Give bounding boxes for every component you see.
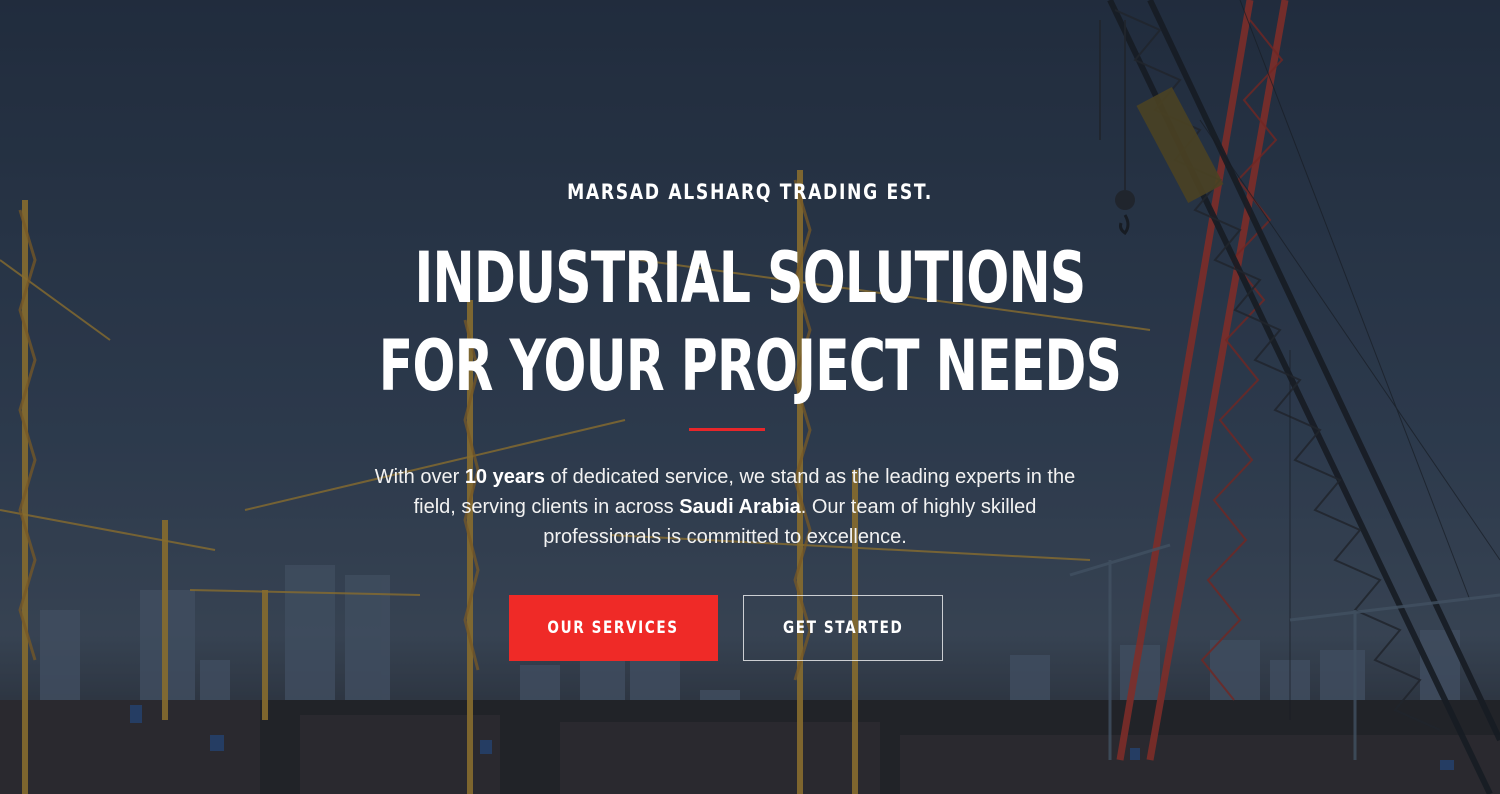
our-services-button[interactable]: OUR SERVICES bbox=[509, 595, 718, 661]
our-services-label: OUR SERVICES bbox=[547, 618, 680, 638]
lead-text-1: With over bbox=[374, 466, 465, 488]
headline-line-1: INDUSTRIAL SOLUTIONS bbox=[414, 237, 1086, 319]
hero-description: With over 10 years of dedicated service,… bbox=[355, 462, 1095, 552]
headline-line-2: FOR YOUR PROJECT NEEDS bbox=[378, 325, 1122, 407]
hero-section: MARSAD ALSHARQ TRADING EST. INDUSTRIAL S… bbox=[0, 0, 1500, 794]
get-started-button[interactable]: GET STARTED bbox=[743, 595, 943, 661]
lead-highlight-country: Saudi Arabia bbox=[679, 496, 801, 518]
hero-content: MARSAD ALSHARQ TRADING EST. INDUSTRIAL S… bbox=[0, 0, 1500, 794]
lead-highlight-years: 10 years bbox=[464, 466, 545, 488]
hero-headline: INDUSTRIAL SOLUTIONS FOR YOUR PROJECT NE… bbox=[210, 234, 1290, 410]
get-started-label: GET STARTED bbox=[782, 618, 904, 638]
accent-divider bbox=[689, 428, 765, 431]
company-name: MARSAD ALSHARQ TRADING EST. bbox=[567, 180, 933, 204]
